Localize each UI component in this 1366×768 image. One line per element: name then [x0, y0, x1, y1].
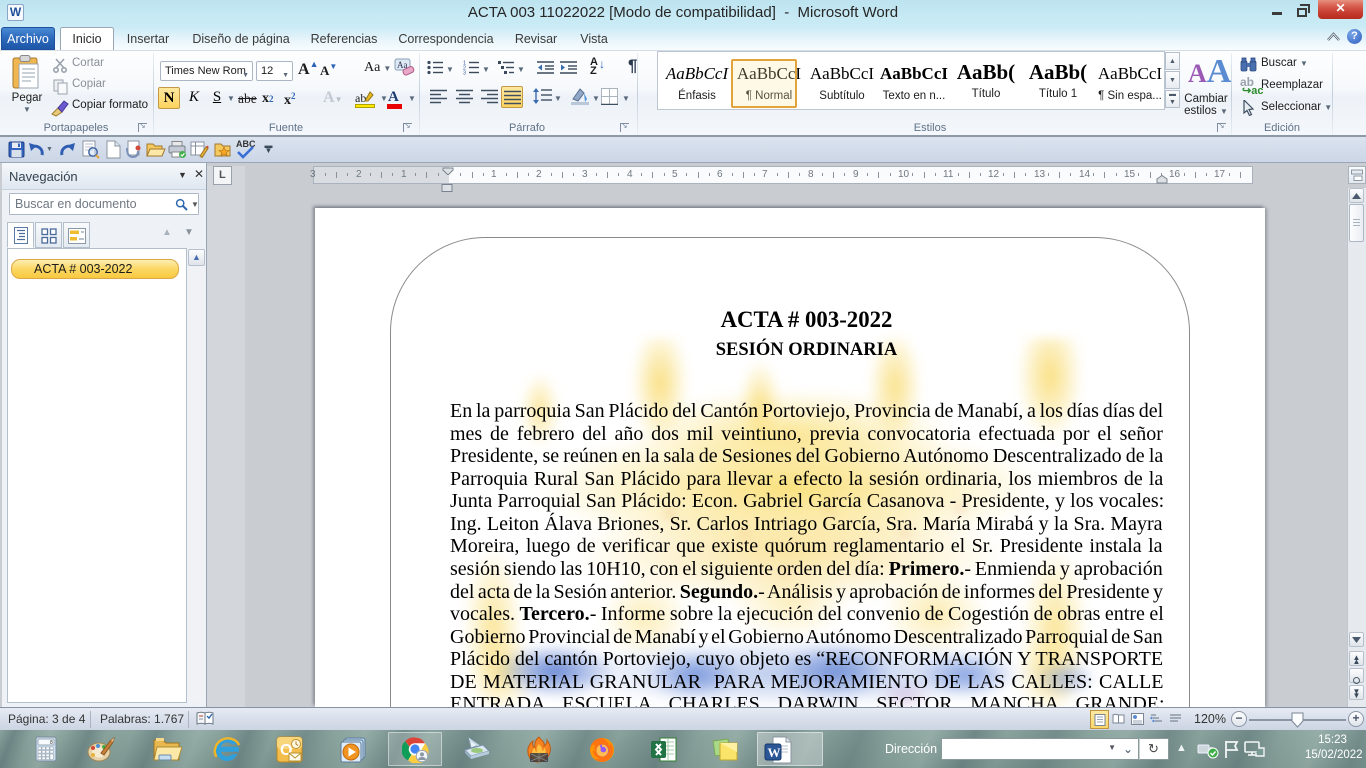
svg-text:3: 3 [463, 71, 466, 76]
svg-text:8: 8 [50, 740, 53, 746]
svg-text:W: W [768, 745, 781, 760]
